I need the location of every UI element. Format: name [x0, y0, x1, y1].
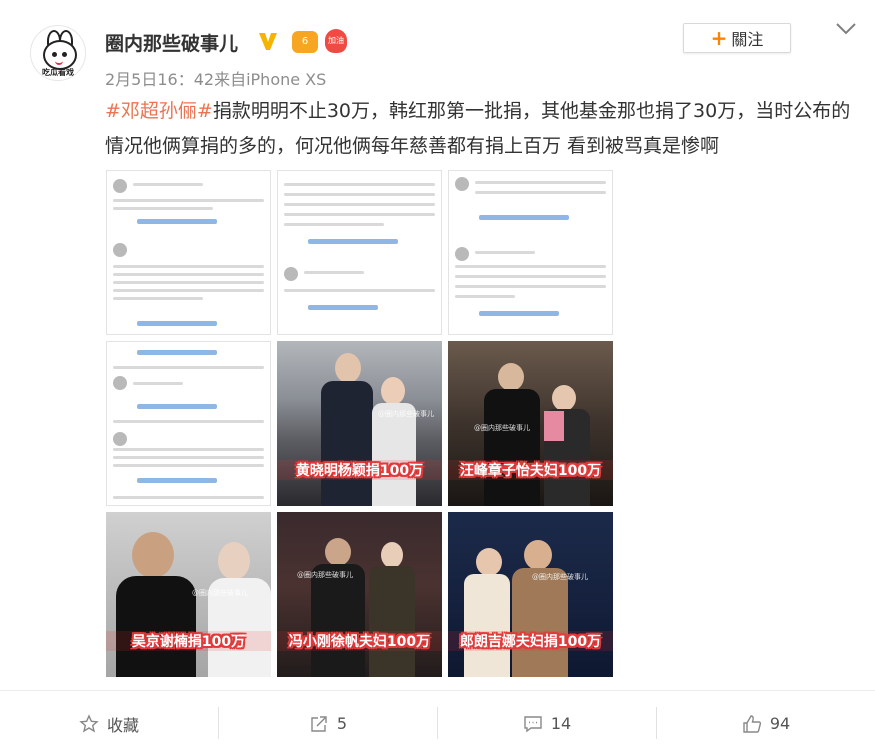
star-icon: [79, 713, 99, 732]
repost-icon: [311, 715, 327, 732]
action-toolbar: 收藏 5 14 94: [0, 690, 875, 756]
post-body: 捐款明明不止30万，韩红那第一批捐，其他基金那也捐了30万，当时公布的情况他俩算…: [105, 100, 851, 157]
repost-count: 5: [336, 714, 348, 733]
watermark: @圈内那些破事儿: [378, 410, 434, 418]
watermark: @圈内那些破事儿: [297, 571, 353, 579]
image-1[interactable]: [106, 170, 271, 335]
thumbs-up-icon: [743, 714, 761, 733]
image-4[interactable]: [106, 341, 271, 506]
avatar[interactable]: 吃瓜看戏: [30, 25, 86, 81]
image-6[interactable]: @圈内那些破事儿 汪峰章子怡夫妇100万: [448, 341, 613, 506]
image-8[interactable]: @圈内那些破事儿 冯小刚徐帆夫妇100万: [277, 512, 442, 677]
avatar-eye-left: [52, 52, 57, 57]
like-count: 94: [769, 714, 791, 733]
image-2[interactable]: [277, 170, 442, 335]
post-text: #邓超孙俪#捐款明明不止30万，韩红那第一批捐，其他基金那也捐了30万，当时公布…: [105, 94, 865, 164]
watermark: @圈内那些破事儿: [532, 573, 588, 581]
plus-icon: +: [710, 26, 728, 50]
username[interactable]: 圈内那些破事儿: [105, 29, 238, 56]
image-7[interactable]: @圈内那些破事儿 吴京谢楠捐100万: [106, 512, 271, 677]
comment-button[interactable]: 14: [438, 691, 656, 756]
repost-button[interactable]: 5: [219, 691, 437, 756]
chevron-down-icon[interactable]: [835, 22, 857, 36]
follow-label: 關注: [731, 30, 764, 49]
image-5[interactable]: @圈内那些破事儿 黄晓明杨颖捐100万: [277, 341, 442, 506]
crown-badge-icon: 6: [292, 31, 318, 53]
image-caption: 冯小刚徐帆夫妇100万: [277, 631, 442, 651]
comment-count: 14: [550, 714, 572, 733]
like-button[interactable]: 94: [657, 691, 875, 756]
image-caption: 吴京谢楠捐100万: [106, 631, 271, 651]
avatar-face: [43, 40, 77, 70]
image-caption: 汪峰章子怡夫妇100万: [448, 460, 613, 480]
comment-icon: [524, 715, 542, 732]
watermark: @圈内那些破事儿: [192, 589, 248, 597]
image-caption: 黄晓明杨颖捐100万: [277, 460, 442, 480]
watermark: @圈内那些破事儿: [474, 424, 530, 432]
avatar-mouth: [55, 59, 63, 65]
post-meta[interactable]: 2月5日16：42来自iPhone XS: [105, 66, 326, 90]
favorite-button[interactable]: 收藏: [0, 691, 218, 756]
image-9[interactable]: @圈内那些破事儿 郎朗吉娜夫妇捐100万: [448, 512, 613, 677]
image-3[interactable]: [448, 170, 613, 335]
hashtag-link[interactable]: #邓超孙俪#: [105, 100, 213, 122]
avatar-caption: 吃瓜看戏: [42, 68, 74, 77]
verified-v-icon: [259, 33, 277, 50]
jia-you-badge-icon: 加油: [325, 29, 347, 53]
favorite-label: 收藏: [106, 715, 139, 735]
avatar-eye-right: [62, 52, 67, 57]
follow-button[interactable]: + 關注: [683, 23, 791, 53]
image-caption: 郎朗吉娜夫妇捐100万: [448, 631, 613, 651]
